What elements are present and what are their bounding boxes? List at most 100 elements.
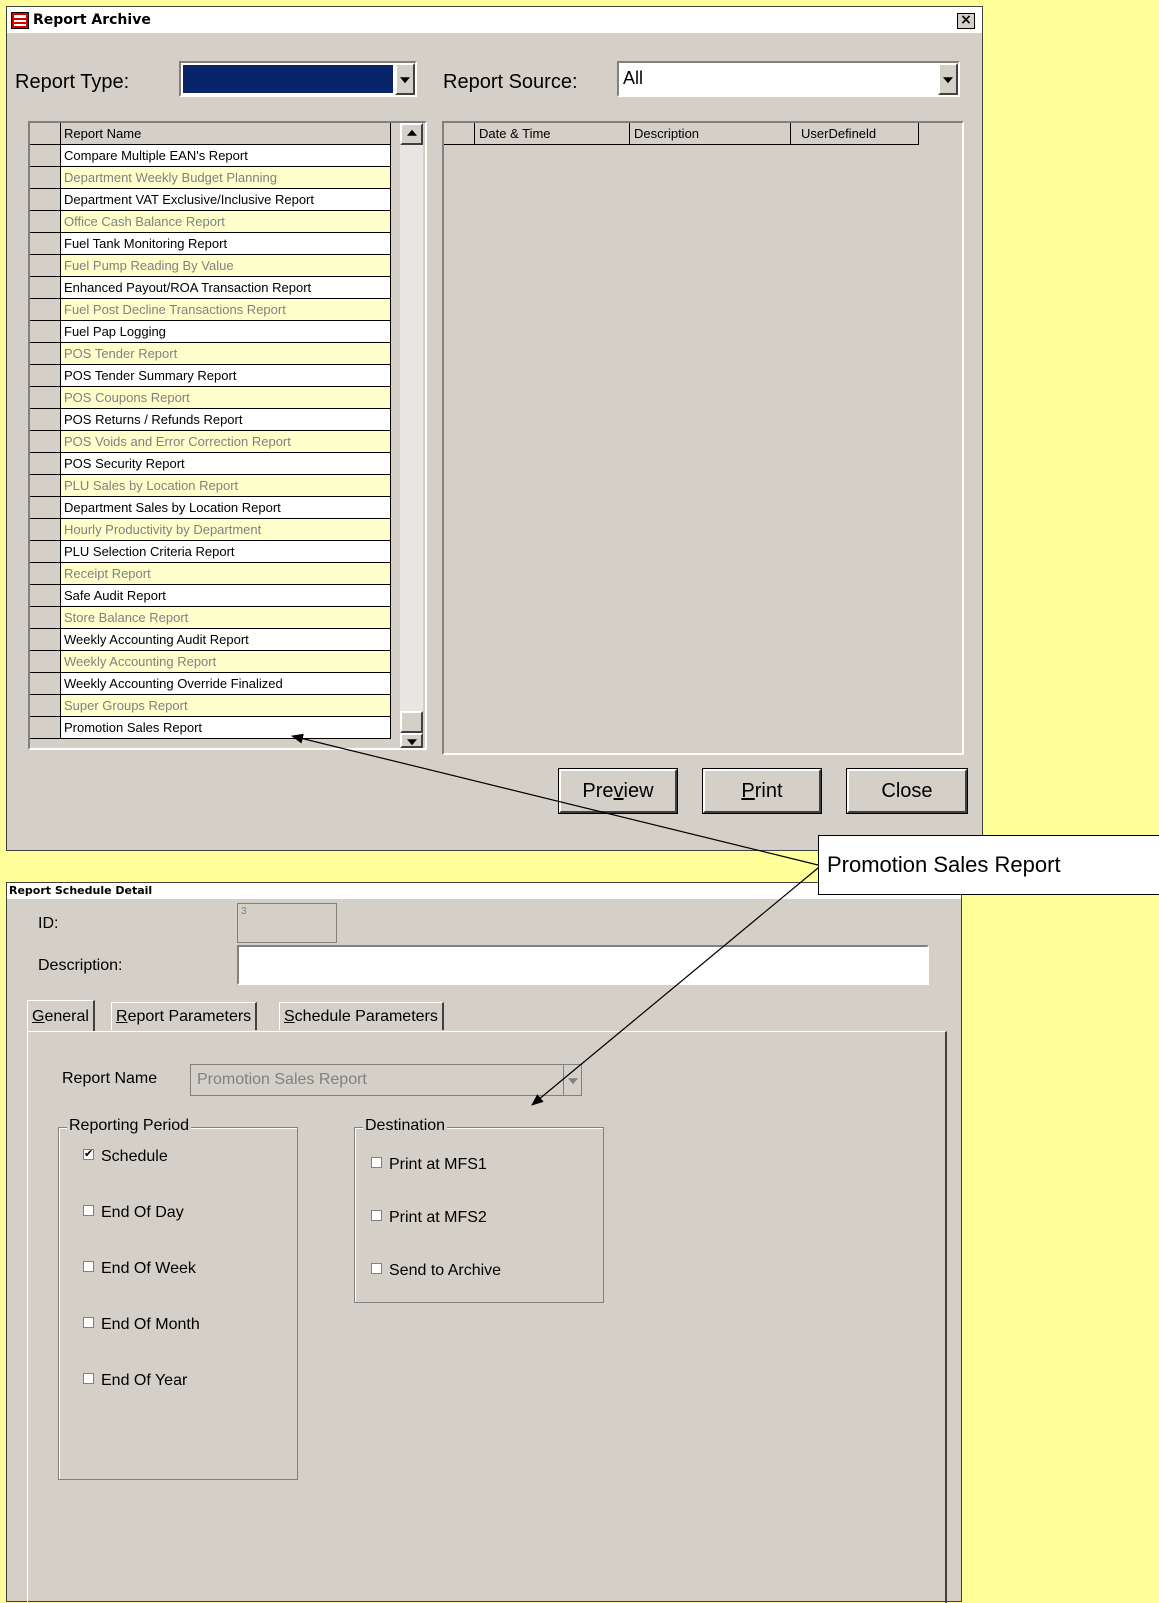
table-row[interactable]: Department Sales by Location Report: [30, 497, 391, 519]
row-selector[interactable]: [30, 717, 61, 738]
checkbox-icon[interactable]: [371, 1263, 382, 1275]
row-selector[interactable]: [30, 321, 61, 342]
row-selector[interactable]: [30, 409, 61, 430]
checkbox-end-of-year[interactable]: End Of Year: [83, 1372, 187, 1390]
checkbox-send-to-archive[interactable]: Send to Archive: [371, 1262, 501, 1280]
table-row[interactable]: Promotion Sales Report: [30, 717, 391, 739]
checkbox-icon[interactable]: [371, 1210, 382, 1222]
table-row[interactable]: Fuel Tank Monitoring Report: [30, 233, 391, 255]
row-selector[interactable]: [30, 629, 61, 650]
description-input[interactable]: [237, 945, 929, 985]
checkbox-end-of-month[interactable]: End Of Month: [83, 1316, 200, 1334]
row-selector[interactable]: [30, 365, 61, 386]
scroll-down-button[interactable]: [400, 733, 423, 748]
table-row[interactable]: POS Returns / Refunds Report: [30, 409, 391, 431]
checkbox-icon[interactable]: [83, 1261, 94, 1273]
table-row[interactable]: Hourly Productivity by Department: [30, 519, 391, 541]
report-source-dropdown-button[interactable]: [938, 63, 958, 95]
print-button[interactable]: Print: [702, 768, 822, 814]
table-row[interactable]: POS Tender Report: [30, 343, 391, 365]
table-row[interactable]: Safe Audit Report: [30, 585, 391, 607]
report-name-grid: Report Name Compare Multiple EAN's Repor…: [28, 121, 427, 750]
chevron-down-icon: [400, 77, 410, 84]
table-row[interactable]: Office Cash Balance Report: [30, 211, 391, 233]
tab-general[interactable]: General: [27, 1000, 95, 1032]
table-row[interactable]: Weekly Accounting Report: [30, 651, 391, 673]
row-selector[interactable]: [30, 585, 61, 606]
column-user-defined[interactable]: UserDefineld: [791, 123, 919, 144]
table-row[interactable]: Super Groups Report: [30, 695, 391, 717]
table-row[interactable]: Compare Multiple EAN's Report: [30, 145, 391, 167]
report-type-dropdown-button[interactable]: [395, 63, 415, 95]
checkbox-label: Print at MFS1: [389, 1156, 487, 1173]
row-selector[interactable]: [30, 563, 61, 584]
report-source-dropdown[interactable]: All: [617, 61, 960, 97]
tab-schedule-parameters[interactable]: Schedule Parameters: [279, 1002, 444, 1030]
table-row[interactable]: Department Weekly Budget Planning: [30, 167, 391, 189]
table-row[interactable]: Receipt Report: [30, 563, 391, 585]
scroll-up-button[interactable]: [400, 123, 423, 145]
row-selector[interactable]: [30, 189, 61, 210]
table-row[interactable]: Weekly Accounting Audit Report: [30, 629, 391, 651]
table-row[interactable]: Fuel Post Decline Transactions Report: [30, 299, 391, 321]
row-selector[interactable]: [30, 673, 61, 694]
tab-report-parameters[interactable]: Report Parameters: [111, 1002, 258, 1030]
checkbox-print-at-mfs1[interactable]: Print at MFS1: [371, 1156, 487, 1174]
row-selector[interactable]: [30, 453, 61, 474]
report-name-header: Report Name: [30, 123, 391, 145]
row-selector[interactable]: [30, 277, 61, 298]
table-row[interactable]: Weekly Accounting Override Finalized: [30, 673, 391, 695]
row-selector[interactable]: [30, 299, 61, 320]
row-selector[interactable]: [30, 233, 61, 254]
checkbox-icon[interactable]: [371, 1157, 382, 1169]
row-selector[interactable]: [30, 651, 61, 672]
table-row[interactable]: POS Security Report: [30, 453, 391, 475]
row-selector[interactable]: [30, 211, 61, 232]
checkbox-icon[interactable]: ✔: [83, 1149, 94, 1161]
checkbox-label: Send to Archive: [389, 1262, 502, 1279]
checkbox-icon[interactable]: [83, 1205, 94, 1217]
table-row[interactable]: Fuel Pump Reading By Value: [30, 255, 391, 277]
checkbox-schedule[interactable]: ✔ Schedule: [83, 1148, 168, 1166]
close-button[interactable]: Close: [846, 768, 968, 814]
table-row[interactable]: Fuel Pap Logging: [30, 321, 391, 343]
column-date-time[interactable]: Date & Time: [475, 123, 630, 144]
column-description[interactable]: Description: [630, 123, 791, 144]
table-row[interactable]: POS Voids and Error Correction Report: [30, 431, 391, 453]
report-name-scrollbar[interactable]: [400, 123, 423, 748]
checkbox-print-at-mfs2[interactable]: Print at MFS2: [371, 1209, 487, 1227]
report-type-dropdown[interactable]: [179, 61, 417, 97]
row-selector[interactable]: [30, 145, 61, 166]
row-selector[interactable]: [30, 387, 61, 408]
table-row[interactable]: PLU Sales by Location Report: [30, 475, 391, 497]
row-selector[interactable]: [30, 343, 61, 364]
checkbox-end-of-week[interactable]: End Of Week: [83, 1260, 196, 1278]
row-selector[interactable]: [30, 475, 61, 496]
row-selector[interactable]: [30, 607, 61, 628]
scroll-thumb[interactable]: [400, 711, 423, 733]
row-selector[interactable]: [30, 497, 61, 518]
checkbox-label: End Of Month: [101, 1316, 200, 1333]
preview-button[interactable]: Preview: [558, 768, 678, 814]
checkbox-end-of-day[interactable]: End Of Day: [83, 1204, 184, 1222]
table-row[interactable]: POS Coupons Report: [30, 387, 391, 409]
row-selector[interactable]: [30, 519, 61, 540]
report-name-cell: POS Tender Report: [61, 343, 390, 364]
row-selector[interactable]: [30, 167, 61, 188]
report-type-value: [183, 65, 393, 93]
row-selector[interactable]: [30, 541, 61, 562]
row-selector[interactable]: [30, 695, 61, 716]
table-row[interactable]: Department VAT Exclusive/Inclusive Repor…: [30, 189, 391, 211]
table-row[interactable]: Enhanced Payout/ROA Transaction Report: [30, 277, 391, 299]
row-selector[interactable]: [30, 431, 61, 452]
report-name-cell: Promotion Sales Report: [61, 717, 390, 738]
report-name-header-label[interactable]: Report Name: [61, 123, 390, 144]
detail-title: Report Schedule Detail: [9, 884, 153, 897]
row-selector[interactable]: [30, 255, 61, 276]
checkbox-icon[interactable]: [83, 1317, 94, 1329]
table-row[interactable]: PLU Selection Criteria Report: [30, 541, 391, 563]
table-row[interactable]: POS Tender Summary Report: [30, 365, 391, 387]
table-row[interactable]: Store Balance Report: [30, 607, 391, 629]
checkbox-icon[interactable]: [83, 1373, 94, 1385]
archive-close-icon[interactable]: ×: [957, 13, 975, 29]
